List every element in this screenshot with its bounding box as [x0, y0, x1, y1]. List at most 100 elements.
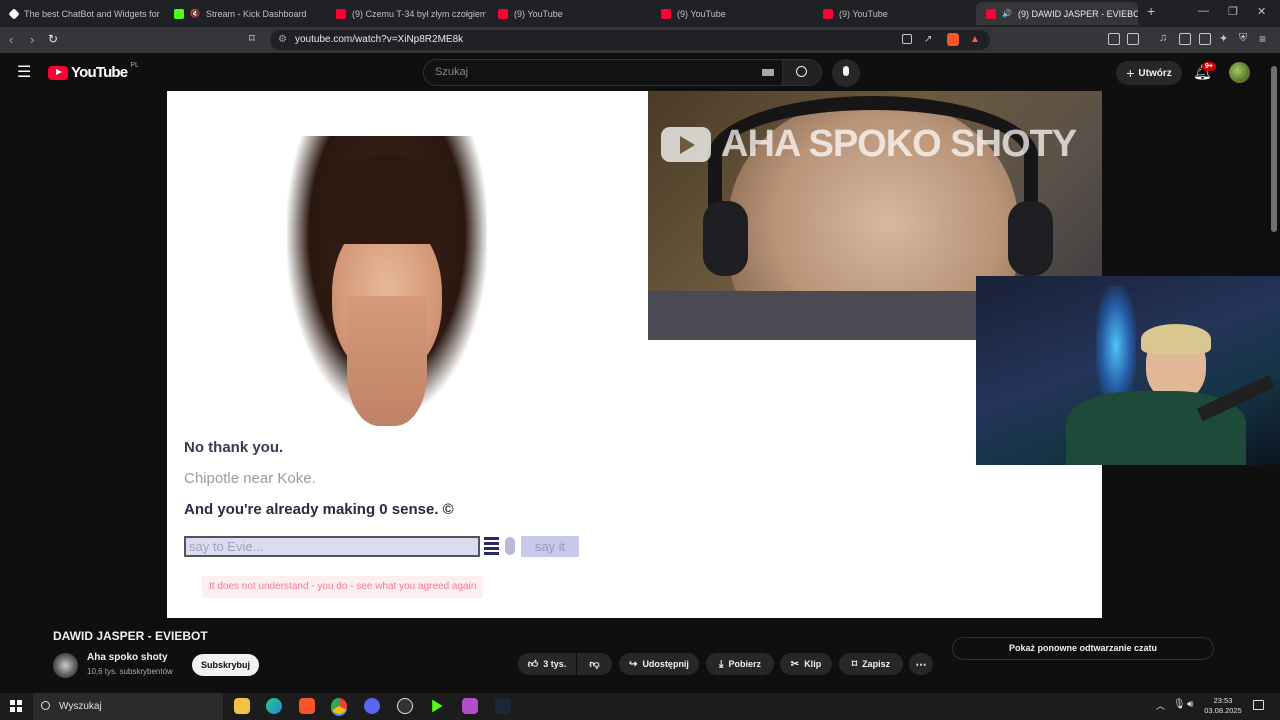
clock-time: 23:53	[1213, 696, 1233, 705]
save-label: Zapisz	[862, 659, 891, 669]
wallet2-icon[interactable]	[1199, 33, 1211, 45]
share-page-icon[interactable]: ↗	[924, 30, 932, 50]
browser-tab[interactable]: The best ChatBot and Widgets for K	[0, 2, 162, 25]
more-actions-button[interactable]: ⋯	[909, 653, 933, 675]
channel-name[interactable]: Aha spoko shoty	[87, 652, 168, 663]
watermark-text: AHA SPOKO SHOTY	[721, 123, 1077, 165]
share-button[interactable]: ↪ Udostępnij	[619, 653, 699, 675]
browser-tab[interactable]: (9) Czemu T-34 był złym czołgiem -	[326, 2, 486, 25]
edge-icon[interactable]	[266, 698, 282, 714]
clock-date: 03.08.2025	[1204, 706, 1242, 715]
discord-icon[interactable]	[364, 698, 380, 714]
youtube-header: ☰ YouTube PL Szukaj + Utwórz 🔔︎ 9+	[0, 53, 1280, 91]
youtube-favicon-icon	[498, 8, 508, 19]
tab-label: (9) YouTube	[839, 8, 888, 19]
new-tab-icon[interactable]: +	[1147, 3, 1155, 19]
tab-label: The best ChatBot and Widgets for K	[24, 8, 162, 19]
brave-icon[interactable]	[299, 698, 315, 714]
like-count: 3 tys.	[543, 659, 567, 669]
windows-taskbar: Wyszukaj ︿ 🎙︎ 🔊︎ 23:53 03.08.2025	[0, 693, 1280, 720]
tab-label: (9) YouTube	[677, 8, 726, 19]
windows-start-icon[interactable]	[10, 700, 22, 712]
menu-icon[interactable]: ≡	[1259, 32, 1266, 46]
browser-tab-bar: The best ChatBot and Widgets for K 🔇 Str…	[0, 0, 1280, 27]
back-icon[interactable]: ‹	[9, 32, 13, 47]
search-input[interactable]: Szukaj	[423, 59, 783, 86]
app-icon[interactable]	[462, 698, 478, 714]
url-field[interactable]: ⚙ youtube.com/watch?v=XiNp8R2ME8k ↗ ▲	[270, 30, 990, 50]
media-icon[interactable]: ♫	[1159, 32, 1167, 44]
save-button[interactable]: ⌑ Zapisz	[839, 653, 903, 675]
region-code: PL	[130, 62, 139, 69]
tray-chevron-icon[interactable]: ︿	[1156, 699, 1165, 712]
brave-rewards-icon[interactable]: ▲	[970, 30, 980, 50]
site-info-icon[interactable]: ⚙	[278, 30, 287, 50]
browser-tab[interactable]: (9) YouTube	[651, 2, 811, 25]
share-label: Udostępnij	[642, 659, 689, 669]
youtube-logo[interactable]: YouTube PL	[48, 62, 139, 81]
steam-icon[interactable]	[495, 698, 511, 714]
leo-ai-icon[interactable]: ✦	[1219, 32, 1228, 45]
audio-playing-icon: 🔊	[1002, 9, 1012, 18]
tab-label: (9) YouTube	[514, 8, 563, 19]
share-icon: ↪	[629, 658, 638, 670]
browser-tab[interactable]: (9) YouTube	[488, 2, 648, 25]
evie-line: No thank you.	[184, 439, 284, 456]
more-icon: ⋯	[915, 658, 927, 671]
forward-icon[interactable]: ›	[30, 32, 34, 47]
obs-icon[interactable]	[397, 698, 413, 714]
evie-line: And you're already making 0 sense. ©	[184, 501, 454, 518]
search-icon	[796, 66, 807, 77]
close-window-icon[interactable]: ✕	[1257, 5, 1266, 18]
youtube-favicon-icon	[336, 8, 346, 19]
vpn-icon[interactable]: ⛨	[1239, 32, 1247, 45]
tray-volume-icon[interactable]: 🔊︎	[1187, 699, 1193, 710]
reload-icon[interactable]: ↻	[48, 32, 58, 46]
cast-icon[interactable]	[902, 34, 912, 44]
channel-avatar[interactable]	[53, 653, 78, 678]
minimize-icon[interactable]: —	[1198, 5, 1209, 17]
plus-icon: +	[1126, 65, 1135, 81]
watch-metadata: DAWID JASPER - EVIEBOT Aha spoko shoty 1…	[0, 618, 1280, 688]
brave-shields-icon[interactable]	[947, 33, 959, 46]
evie-input[interactable]: say to Evie...	[184, 536, 480, 557]
page-scrollbar[interactable]	[1271, 66, 1277, 232]
evie-say-button[interactable]: say it	[521, 536, 579, 557]
chrome-icon[interactable]	[331, 698, 347, 714]
voice-search-button[interactable]	[832, 59, 860, 87]
file-explorer-icon[interactable]	[234, 698, 250, 714]
browser-tab[interactable]: (9) YouTube	[813, 2, 973, 25]
tray-mic-icon[interactable]: 🎙︎	[1173, 699, 1186, 710]
muted-audio-icon: 🔇	[190, 9, 200, 18]
evie-mic-icon[interactable]	[505, 537, 515, 555]
notifications-badge: 9+	[1202, 62, 1216, 71]
taskbar-clock[interactable]: 23:53 03.08.2025	[1202, 696, 1244, 716]
dislike-button[interactable]: 👎︎	[577, 653, 612, 675]
guide-menu-icon[interactable]: ☰	[17, 62, 31, 82]
sidebar-icon[interactable]	[1179, 33, 1191, 45]
search-button[interactable]	[782, 59, 822, 86]
subscribe-button[interactable]: Subskrybuj	[192, 654, 259, 676]
clip-button[interactable]: ✂ Klip	[780, 653, 832, 675]
download-button[interactable]: ⤓ Pobierz	[706, 653, 774, 675]
keyboard-icon[interactable]	[762, 69, 774, 76]
evie-notice: It does not understand - you do - see wh…	[202, 576, 484, 598]
browser-tab-active[interactable]: 🔊 (9) DAWID JASPER - EVIEBOT ✕	[976, 2, 1138, 25]
notification-center-icon[interactable]	[1253, 700, 1264, 710]
kick-favicon-icon	[174, 8, 184, 19]
chat-replay-button[interactable]: Pokaż ponowne odtwarzanie czatu	[952, 637, 1214, 660]
bookmark-icon[interactable]: ⌑	[249, 32, 255, 45]
evie-menu-icon[interactable]	[484, 537, 499, 555]
youtube-favicon-icon	[986, 8, 996, 19]
like-button[interactable]: 👍︎ 3 tys.	[518, 653, 576, 675]
create-button[interactable]: + Utwórz	[1116, 61, 1182, 85]
taskbar-search[interactable]: Wyszukaj	[33, 693, 223, 720]
browser-tab[interactable]: 🔇 Stream - Kick Dashboard	[164, 2, 324, 25]
wallet-icon[interactable]	[1127, 33, 1139, 45]
restore-icon[interactable]: ❐	[1228, 5, 1238, 18]
kick-icon[interactable]	[432, 699, 443, 713]
youtube-favicon-icon	[823, 8, 833, 19]
video-player[interactable]: No thank you. Chipotle near Koke. And yo…	[167, 91, 1102, 618]
avatar[interactable]	[1229, 62, 1250, 83]
extensions-icon[interactable]	[1108, 33, 1120, 45]
